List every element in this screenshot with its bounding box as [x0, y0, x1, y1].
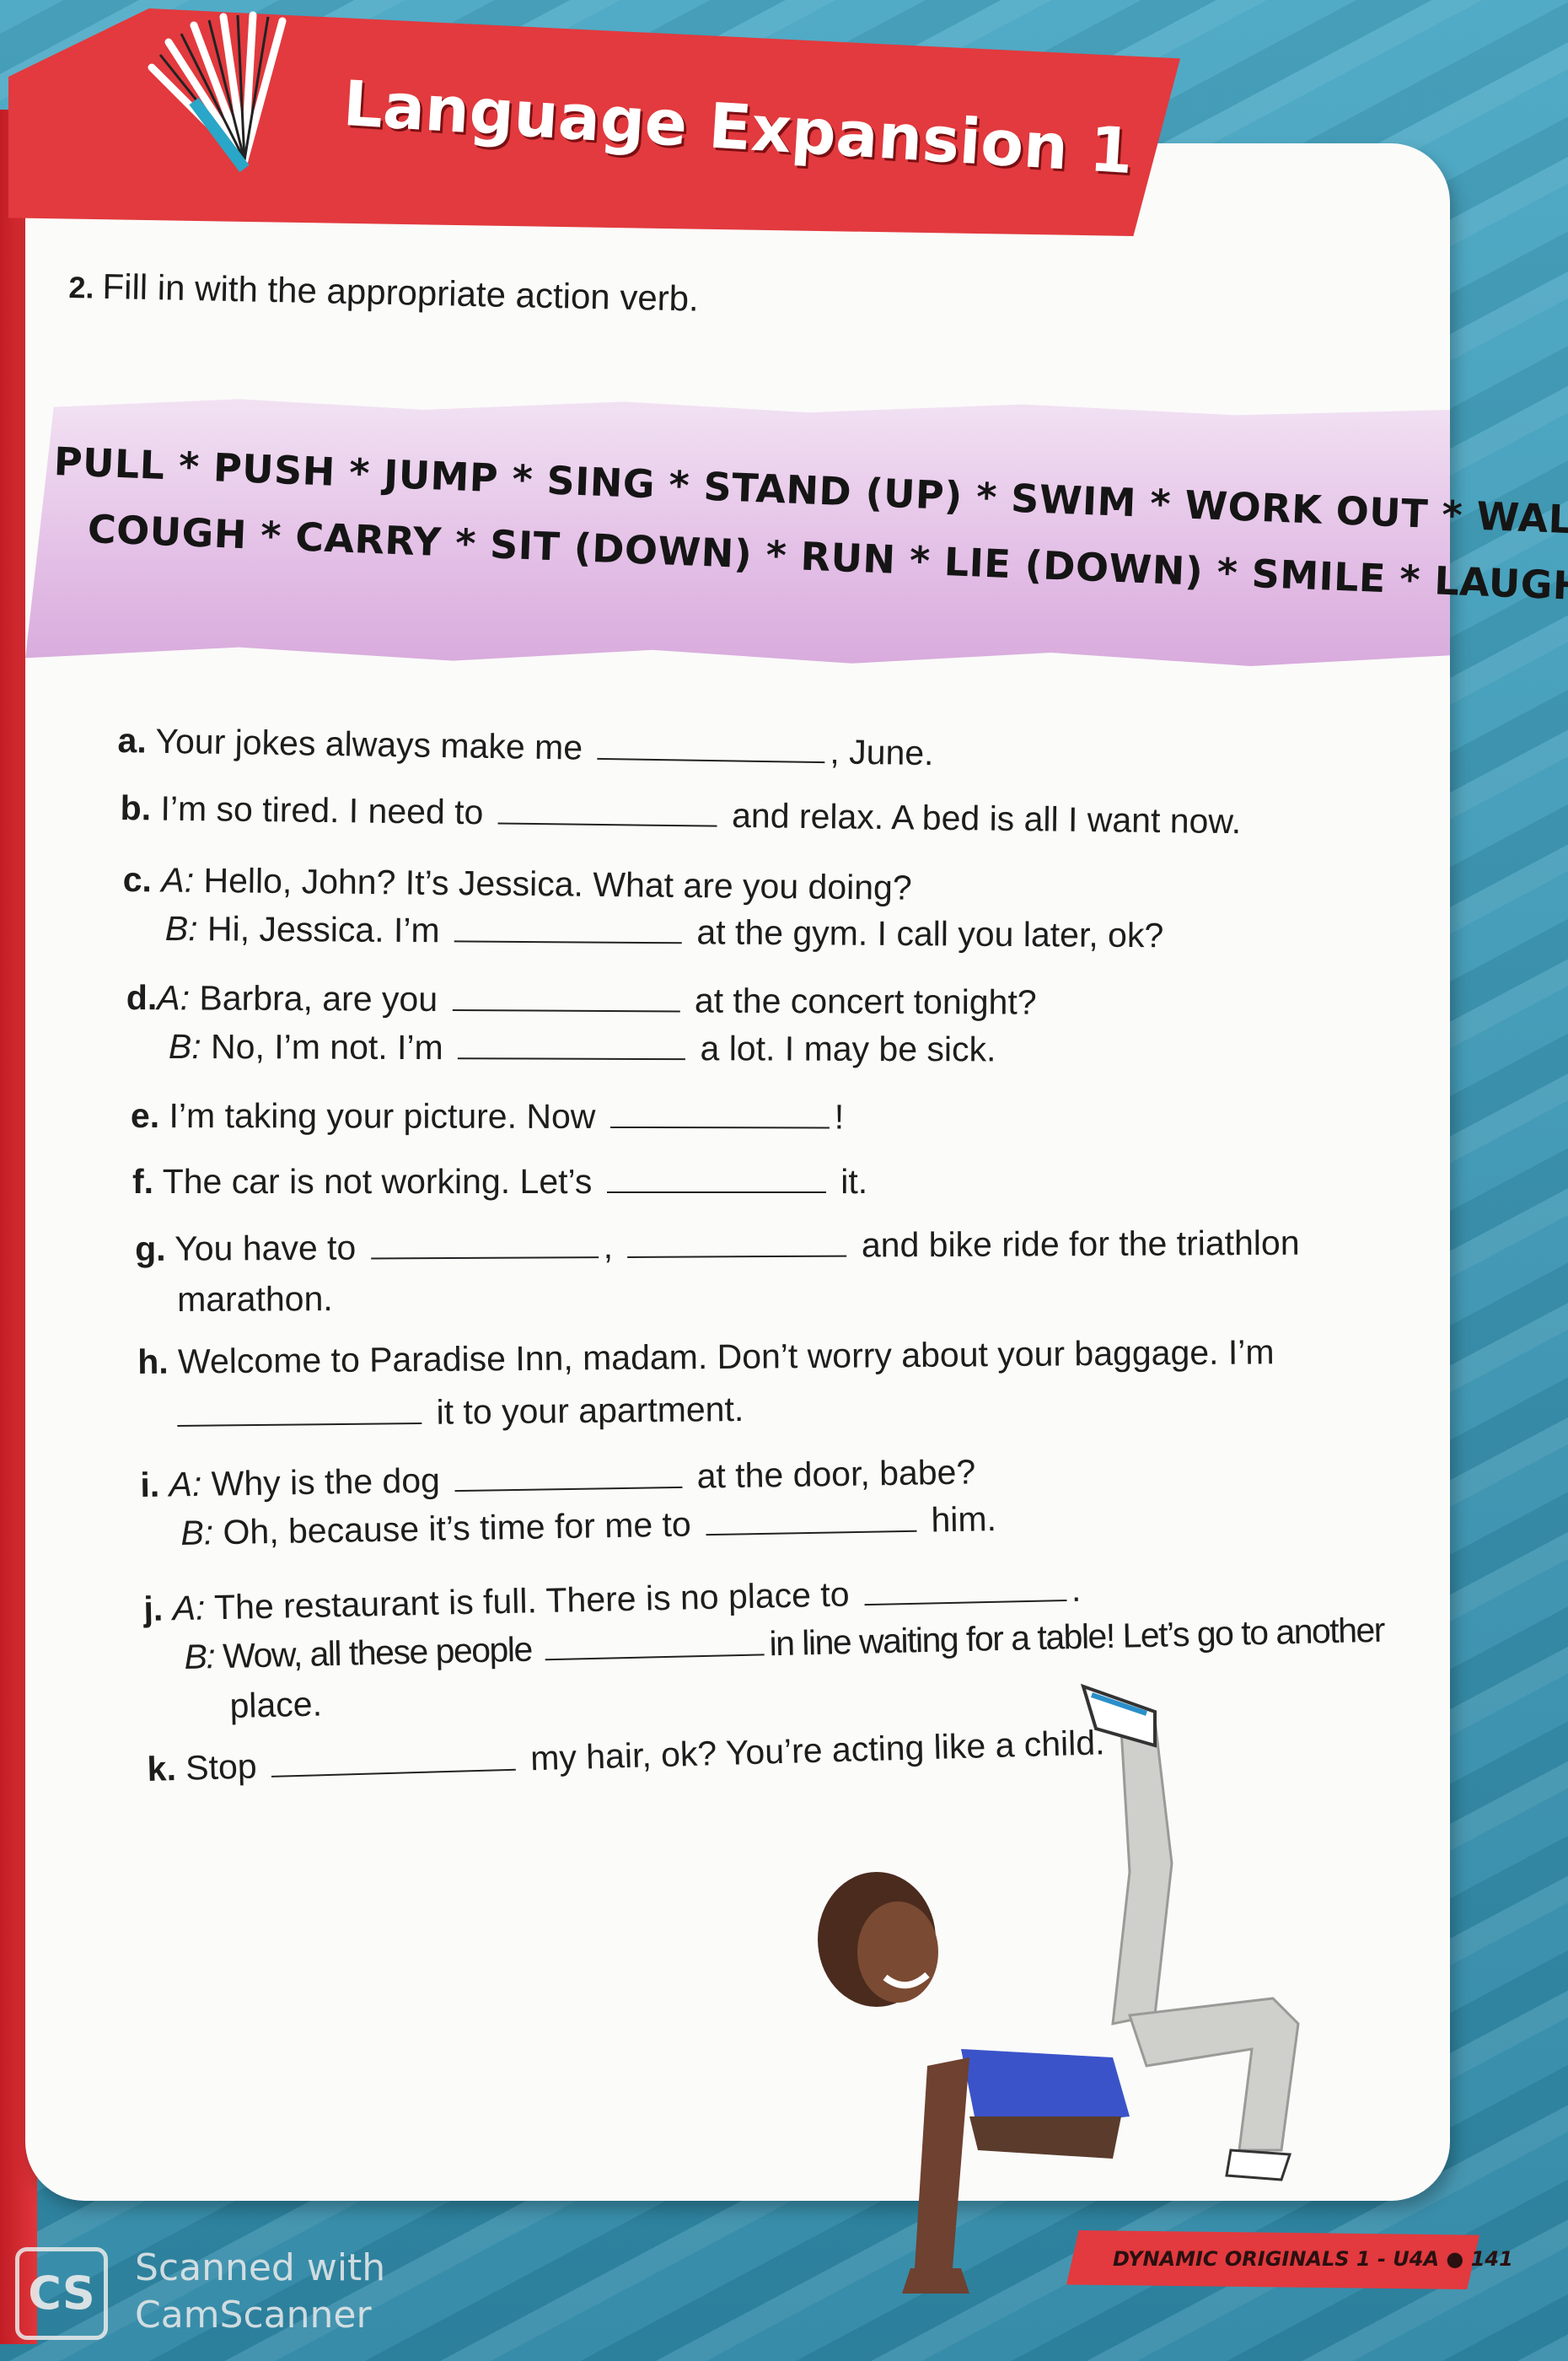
camscanner-logo: CS — [15, 2247, 108, 2340]
fan-logo-icon — [148, 11, 287, 173]
answer-blank[interactable] — [606, 1191, 826, 1193]
answer-blank[interactable] — [452, 1008, 680, 1013]
exercise-j-line-3: place. — [229, 1684, 323, 1725]
camscanner-watermark: Scanned with CamScanner — [135, 2246, 386, 2337]
answer-blank[interactable] — [454, 1485, 683, 1492]
exercise-c-line-a: c. A: Hello, John? It’s Jessica. What ar… — [122, 860, 912, 907]
answer-blank[interactable] — [454, 939, 682, 944]
answer-blank[interactable] — [271, 1767, 517, 1777]
answer-blank[interactable] — [177, 1421, 422, 1427]
breakdancer-photo — [818, 1683, 1300, 2294]
answer-blank[interactable] — [609, 1125, 830, 1129]
exercise-g: g. You have to , and bike ride for the t… — [135, 1223, 1300, 1268]
answer-blank[interactable] — [458, 1057, 686, 1061]
exercise-e: e. I’m taking your picture. Now ! — [130, 1096, 845, 1137]
answer-blank[interactable] — [545, 1653, 765, 1661]
answer-blank[interactable] — [864, 1599, 1067, 1606]
exercise-number: 2. — [68, 269, 94, 305]
answer-blank[interactable] — [706, 1529, 917, 1536]
exercise-f: f. The car is not working. Let’s it. — [132, 1162, 868, 1201]
answer-blank[interactable] — [497, 821, 717, 827]
answer-blank[interactable] — [370, 1256, 599, 1260]
answer-blank[interactable] — [627, 1254, 847, 1258]
exercise-d-line-b: B: No, I’m not. I’m a lot. I may be sick… — [168, 1027, 996, 1069]
exercise-h-line-2: it to your apartment. — [177, 1390, 744, 1435]
exercise-d-line-a: d.A: Barbra, are you at the concert toni… — [126, 978, 1037, 1022]
exercise-c-line-b: B: Hi, Jessica. I’m at the gym. I call y… — [164, 909, 1164, 955]
exercise-g-line-2: marathon. — [177, 1279, 333, 1319]
page-footer: DYNAMIC ORIGINALS 1 - U4A ● 141 — [1113, 2247, 1513, 2271]
answer-blank[interactable] — [597, 756, 825, 764]
